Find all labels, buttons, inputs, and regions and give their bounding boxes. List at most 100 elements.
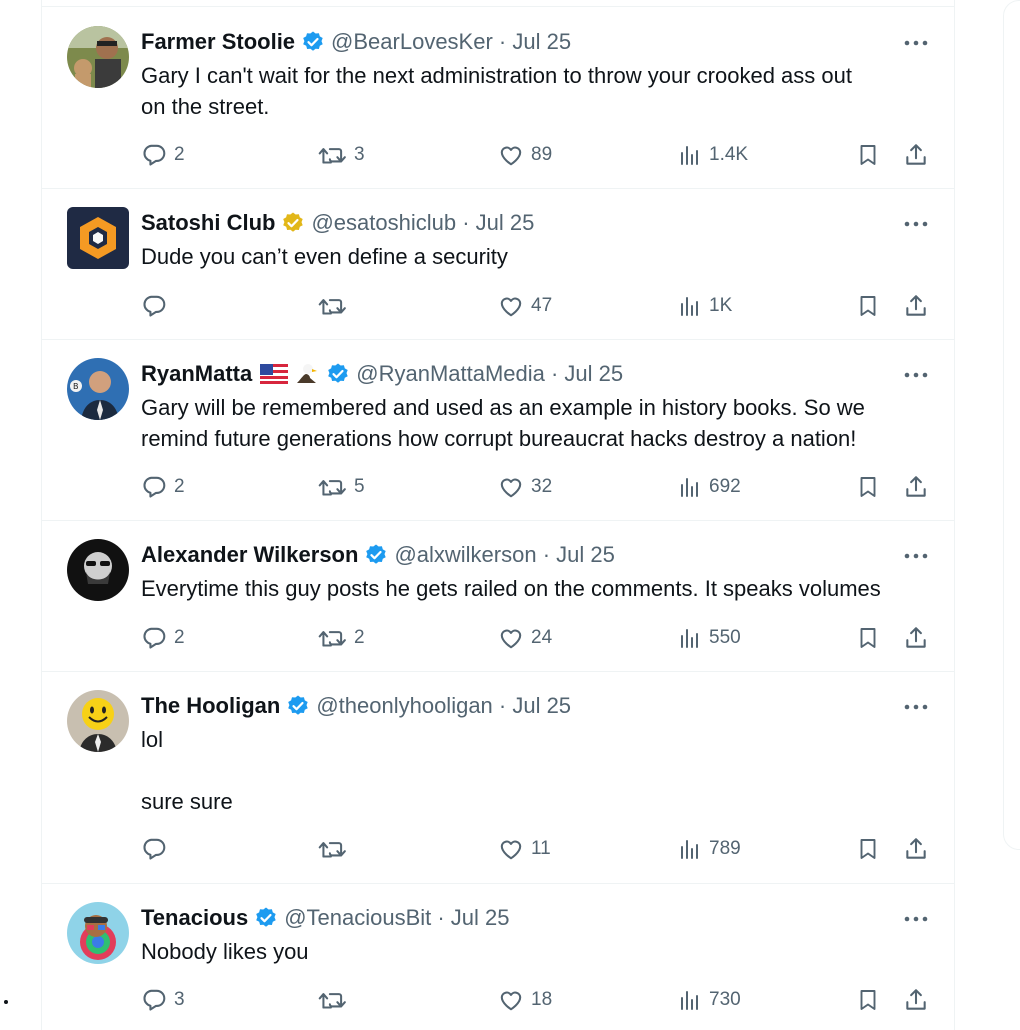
handle-and-time[interactable]: @esatoshiclub · Jul 25 (311, 209, 534, 237)
retweet-button[interactable] (317, 985, 354, 1015)
reply-tweet[interactable]: Alexander Wilkerson @alxwilkerson · Jul … (42, 520, 954, 672)
retweet-button[interactable]: 3 (317, 140, 365, 170)
share-button[interactable] (903, 140, 929, 170)
more-icon[interactable] (904, 216, 928, 227)
view-count: 789 (709, 838, 741, 859)
display-name[interactable]: Farmer Stoolie (141, 28, 295, 56)
share-icon (906, 627, 926, 648)
like-button[interactable]: 18 (498, 985, 552, 1015)
display-name[interactable]: RyanMatta (141, 360, 252, 388)
tweet-text: Gary I can't wait for the next administr… (141, 63, 852, 119)
bookmark-button[interactable] (856, 985, 880, 1015)
reply-tweet[interactable]: The Hooligan @theonlyhooligan · Jul 25 l… (42, 671, 954, 884)
avatar[interactable] (67, 207, 129, 269)
us-flag-icon (260, 364, 289, 384)
more-icon[interactable] (904, 699, 928, 710)
more-icon[interactable] (904, 548, 928, 559)
reply-button[interactable]: 2 (141, 472, 185, 502)
avatar[interactable] (67, 539, 129, 601)
bookmark-button[interactable] (856, 291, 880, 321)
sidebar-card-edge (1003, 0, 1020, 850)
share-icon (906, 476, 926, 497)
share-button[interactable] (903, 985, 929, 1015)
more-icon[interactable] (904, 367, 928, 378)
view-count: 692 (709, 476, 741, 497)
handle-and-time[interactable]: @theonlyhooligan · Jul 25 (316, 692, 571, 720)
retweet-button[interactable]: 2 (317, 623, 365, 653)
like-icon (500, 840, 522, 860)
reply-button[interactable]: 2 (141, 140, 185, 170)
reply-count: 3 (174, 989, 185, 1010)
like-count: 11 (531, 838, 551, 859)
like-button[interactable]: 89 (498, 140, 552, 170)
retweet-button[interactable] (317, 291, 354, 321)
more-icon[interactable] (904, 35, 928, 46)
display-name[interactable]: Tenacious (141, 904, 248, 932)
like-button[interactable]: 47 (498, 291, 552, 321)
tweet-text: Everytime this guy posts he gets railed … (141, 576, 881, 601)
reply-icon (143, 627, 166, 649)
reply-tweet[interactable]: B RyanMatta @RyanMattaMedia · Jul 25 Gar… (42, 339, 954, 521)
action-bar: 2 2 24 550 (141, 623, 930, 653)
verified-badge-icon (286, 694, 310, 718)
avatar[interactable] (67, 26, 129, 88)
bookmark-icon (860, 145, 876, 165)
share-button[interactable] (903, 834, 929, 864)
bookmark-icon (860, 839, 876, 859)
reply-count: 2 (174, 144, 185, 165)
views-icon (681, 146, 698, 165)
display-name[interactable]: Alexander Wilkerson (141, 541, 358, 569)
reply-button[interactable] (141, 291, 174, 321)
views-button[interactable]: 789 (678, 834, 741, 864)
more-icon[interactable] (904, 911, 928, 922)
share-button[interactable] (903, 472, 929, 502)
bookmark-button[interactable] (856, 623, 880, 653)
like-button[interactable]: 32 (498, 472, 552, 502)
bookmark-button[interactable] (856, 834, 880, 864)
action-bar: 3 18 730 (141, 985, 930, 1015)
display-name[interactable]: The Hooligan (141, 692, 280, 720)
views-button[interactable]: 692 (678, 472, 741, 502)
handle-and-time[interactable]: @RyanMattaMedia · Jul 25 (356, 360, 623, 388)
retweet-count: 2 (354, 627, 365, 648)
reply-button[interactable] (141, 834, 174, 864)
svg-text:B: B (73, 382, 79, 391)
retweet-icon (318, 842, 346, 858)
avatar[interactable] (67, 690, 129, 752)
views-button[interactable]: 730 (678, 985, 741, 1015)
views-button[interactable]: 1.4K (678, 140, 748, 170)
tweet-text: Dude you can’t even define a security (141, 244, 508, 269)
view-count: 1K (709, 295, 733, 316)
avatar[interactable] (67, 902, 129, 964)
handle-and-time[interactable]: @alxwilkerson · Jul 25 (394, 541, 614, 569)
bookmark-button[interactable] (856, 472, 880, 502)
retweet-button[interactable]: 5 (317, 472, 365, 502)
reply-button[interactable]: 3 (141, 985, 185, 1015)
share-button[interactable] (903, 291, 929, 321)
avatar[interactable]: B (67, 358, 129, 420)
views-button[interactable]: 1K (678, 291, 732, 321)
reply-tweet[interactable]: Farmer Stoolie @BearLovesKer · Jul 25 Ga… (42, 7, 954, 189)
handle-and-time[interactable]: @BearLovesKer · Jul 25 (331, 28, 571, 56)
like-icon (500, 297, 522, 317)
like-count: 32 (531, 476, 553, 497)
bookmark-icon (860, 628, 876, 648)
share-icon (906, 295, 926, 316)
retweet-icon (318, 993, 346, 1009)
like-button[interactable]: 11 (498, 834, 551, 864)
share-button[interactable] (903, 623, 929, 653)
like-icon (500, 478, 522, 498)
like-button[interactable]: 24 (498, 623, 552, 653)
reply-count: 2 (174, 476, 185, 497)
display-name[interactable]: Satoshi Club (141, 209, 275, 237)
share-icon (906, 144, 926, 165)
reply-button[interactable]: 2 (141, 623, 185, 653)
handle-and-time[interactable]: @TenaciousBit · Jul 25 (284, 904, 509, 932)
views-icon (681, 297, 698, 316)
views-icon (681, 840, 698, 859)
reply-tweet[interactable]: Satoshi Club @esatoshiclub · Jul 25 Dude… (42, 188, 954, 340)
views-button[interactable]: 550 (678, 623, 741, 653)
reply-tweet[interactable]: Tenacious @TenaciousBit · Jul 25 Nobody … (42, 883, 954, 1030)
bookmark-button[interactable] (856, 140, 880, 170)
retweet-button[interactable] (317, 834, 354, 864)
